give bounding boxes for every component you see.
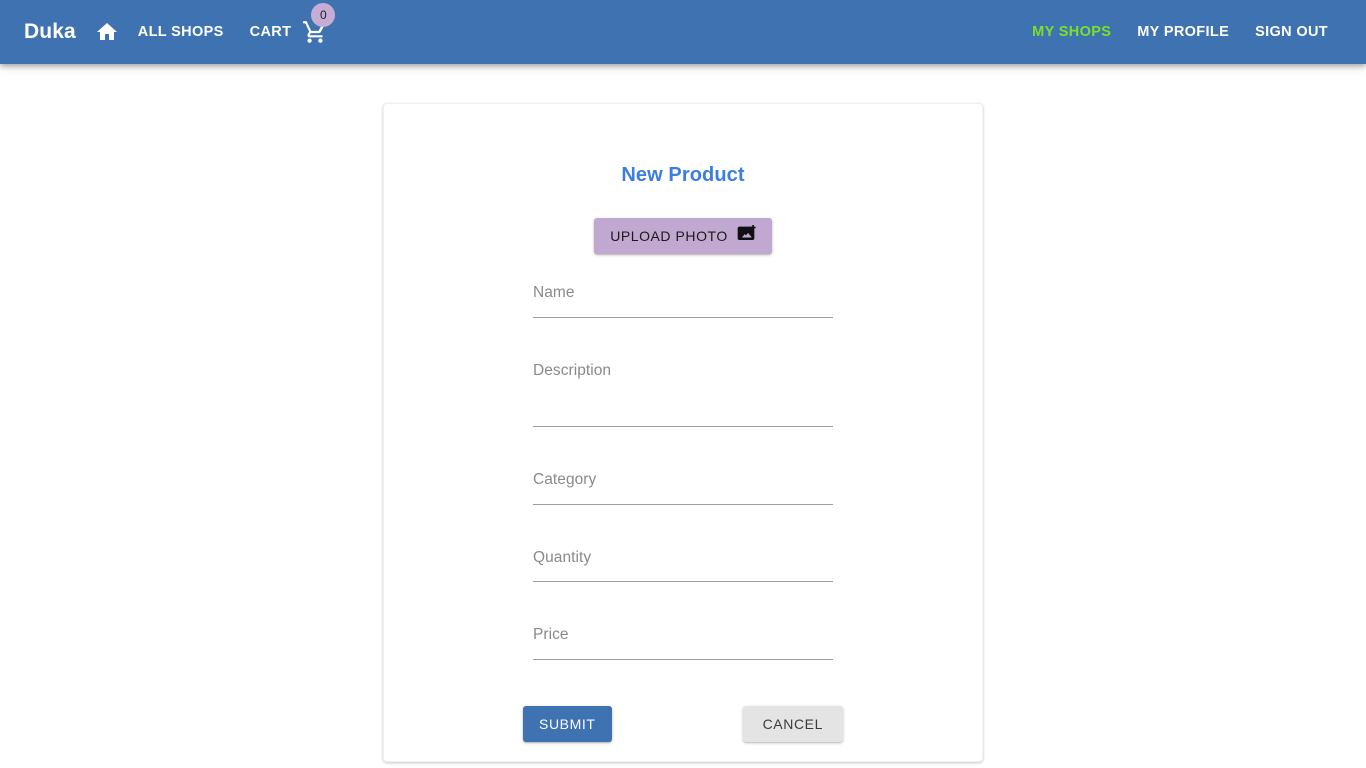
upload-photo-button[interactable]: UPLOAD PHOTO [594, 218, 772, 254]
page-body: New Product UPLOAD PHOTO Name Descriptio… [0, 64, 1366, 768]
price-field[interactable]: Price [533, 625, 833, 660]
navbar-right-group: MY SHOPS MY PROFILE SIGN OUT [1030, 20, 1350, 44]
top-navbar: Duka ALL SHOPS CART 0 MY SHOPS MY PROFIL… [0, 0, 1366, 64]
cancel-button[interactable]: CANCEL [742, 705, 843, 742]
category-input[interactable]: Category [533, 470, 833, 504]
submit-button[interactable]: SUBMIT [523, 705, 612, 742]
shopping-cart-icon[interactable]: 0 [299, 3, 336, 48]
quantity-field[interactable]: Quantity [533, 548, 833, 582]
add-photo-icon [736, 224, 756, 248]
price-input[interactable]: Price [533, 625, 833, 659]
cart-group[interactable]: CART 0 [248, 3, 336, 48]
brand-logo[interactable]: Duka [24, 20, 76, 44]
page-title: New Product [621, 164, 745, 186]
description-field[interactable]: Description [533, 361, 833, 427]
upload-row: UPLOAD PHOTO [384, 218, 982, 254]
new-product-form: Name Description Category Quantity Price [533, 254, 833, 660]
new-product-card: New Product UPLOAD PHOTO Name Descriptio… [383, 103, 983, 762]
name-field[interactable]: Name [533, 283, 833, 318]
nav-link-sign-out[interactable]: SIGN OUT [1253, 20, 1330, 44]
nav-link-all-shops[interactable]: ALL SHOPS [136, 20, 226, 44]
navbar-left-group: Duka ALL SHOPS CART 0 [16, 3, 336, 49]
nav-link-my-shops[interactable]: MY SHOPS [1030, 20, 1113, 44]
name-input[interactable]: Name [533, 283, 833, 317]
quantity-input[interactable]: Quantity [533, 548, 833, 582]
upload-photo-label: UPLOAD PHOTO [610, 228, 728, 244]
home-icon[interactable] [90, 15, 124, 49]
cart-count-badge: 0 [311, 3, 336, 27]
description-input[interactable]: Description [533, 361, 833, 427]
nav-link-cart[interactable]: CART [248, 20, 294, 44]
category-field[interactable]: Category [533, 470, 833, 505]
form-actions: SUBMIT CANCEL [523, 660, 843, 748]
nav-link-my-profile[interactable]: MY PROFILE [1135, 20, 1231, 44]
